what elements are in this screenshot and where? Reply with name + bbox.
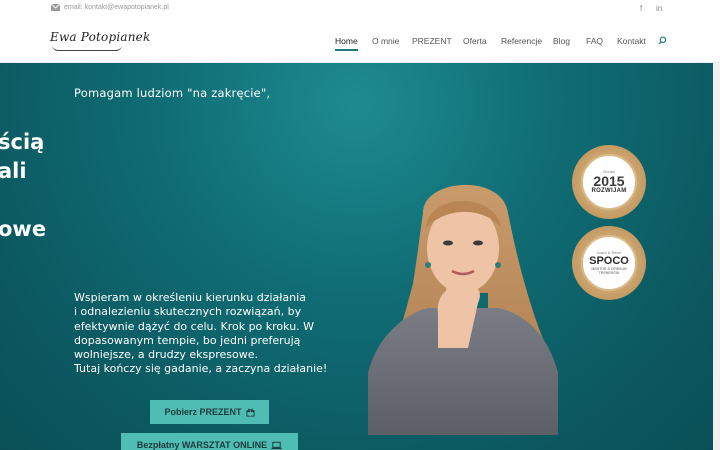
page-scrollbar[interactable] bbox=[713, 63, 720, 450]
hero-description-line: Wspieram w określeniu kierunku działania bbox=[74, 291, 306, 304]
free-workshop-button[interactable]: Bezpłatny WARSZTAT ONLINE bbox=[121, 433, 298, 450]
envelope-icon bbox=[51, 4, 60, 11]
email-text: email: kontakt@ewapotopianek.pl bbox=[64, 4, 169, 11]
nav-item-referencje[interactable]: Referencje bbox=[501, 36, 542, 46]
laptop-icon bbox=[271, 441, 282, 449]
hero-description-line: i odnalezieniu skutecznych rozwiązań, by bbox=[74, 305, 302, 319]
nav-item-o-mnie[interactable]: O mnie bbox=[372, 36, 399, 46]
nav-item-oferta[interactable]: Oferta bbox=[463, 36, 487, 46]
download-gift-button[interactable]: Pobierz PREZENT bbox=[150, 400, 269, 424]
hero-section: Pomagam ludziom "na zakręcie", ścią ali … bbox=[0, 63, 713, 450]
portrait-photo bbox=[368, 184, 558, 435]
nav-item-kontakt[interactable]: Kontakt bbox=[617, 36, 646, 46]
badge-spoco-main: SPOCO bbox=[589, 254, 629, 267]
badge-spoco: Coach & Trener SPOCO MENTOR & OPIEKUN TR… bbox=[572, 226, 646, 300]
facebook-icon[interactable]: f bbox=[640, 4, 642, 13]
gift-icon bbox=[245, 408, 255, 417]
nav-item-prezent[interactable]: PREZENT bbox=[412, 36, 452, 46]
download-gift-button-label: Pobierz PREZENT bbox=[164, 407, 242, 417]
nav-item-faq[interactable]: FAQ bbox=[586, 36, 603, 46]
hero-description-line: Tutaj kończy się gadanie, a zaczyna dzia… bbox=[74, 362, 328, 376]
hero-description-line: wolniejsze, a drudzy ekspresowe. bbox=[74, 348, 258, 362]
email-contact[interactable]: email: kontakt@ewapotopianek.pl bbox=[51, 4, 169, 11]
hero-description-line: efektywnie dążyć do celu. Krok po kroku.… bbox=[74, 319, 315, 333]
hero-description: Wspieram w określeniu kierunku działania… bbox=[74, 291, 354, 377]
top-bar: email: kontakt@ewapotopianek.pl f in bbox=[0, 0, 720, 20]
badge-year: 2015 bbox=[593, 173, 625, 189]
free-workshop-button-label: Bezpłatny WARSZTAT ONLINE bbox=[136, 440, 268, 450]
nav-item-home[interactable]: Home bbox=[335, 36, 358, 51]
badge-since-2015-inner: Od roku 2015 ROZWIJAM bbox=[581, 154, 637, 210]
badge-spoco-sub: MENTOR & OPIEKUN TRENERÓW bbox=[591, 266, 627, 276]
main-nav: Home O mnie PREZENT Oferta Referencje Bl… bbox=[0, 36, 720, 51]
badge-since-2015: Od roku 2015 ROZWIJAM bbox=[572, 145, 646, 219]
hero-tagline: Pomagam ludziom "na zakręcie", bbox=[74, 86, 271, 100]
search-icon[interactable] bbox=[658, 36, 667, 45]
badge-main: ROZWIJAM bbox=[591, 188, 627, 194]
badge-spoco-inner: Coach & Trener SPOCO MENTOR & OPIEKUN TR… bbox=[581, 235, 637, 291]
nav-item-blog[interactable]: Blog bbox=[553, 36, 570, 46]
linkedin-icon[interactable]: in bbox=[656, 4, 662, 13]
hero-heading-line-2: ali bbox=[0, 159, 27, 183]
hero-heading-line-3: owe bbox=[0, 217, 47, 241]
hero-description-line: dopasowanym tempie, bo jedni preferują bbox=[74, 333, 301, 347]
hero-heading-line-1: ścią bbox=[0, 130, 45, 154]
site-header: Ewa Potopianek Home O mnie PREZENT Ofert… bbox=[0, 20, 720, 63]
